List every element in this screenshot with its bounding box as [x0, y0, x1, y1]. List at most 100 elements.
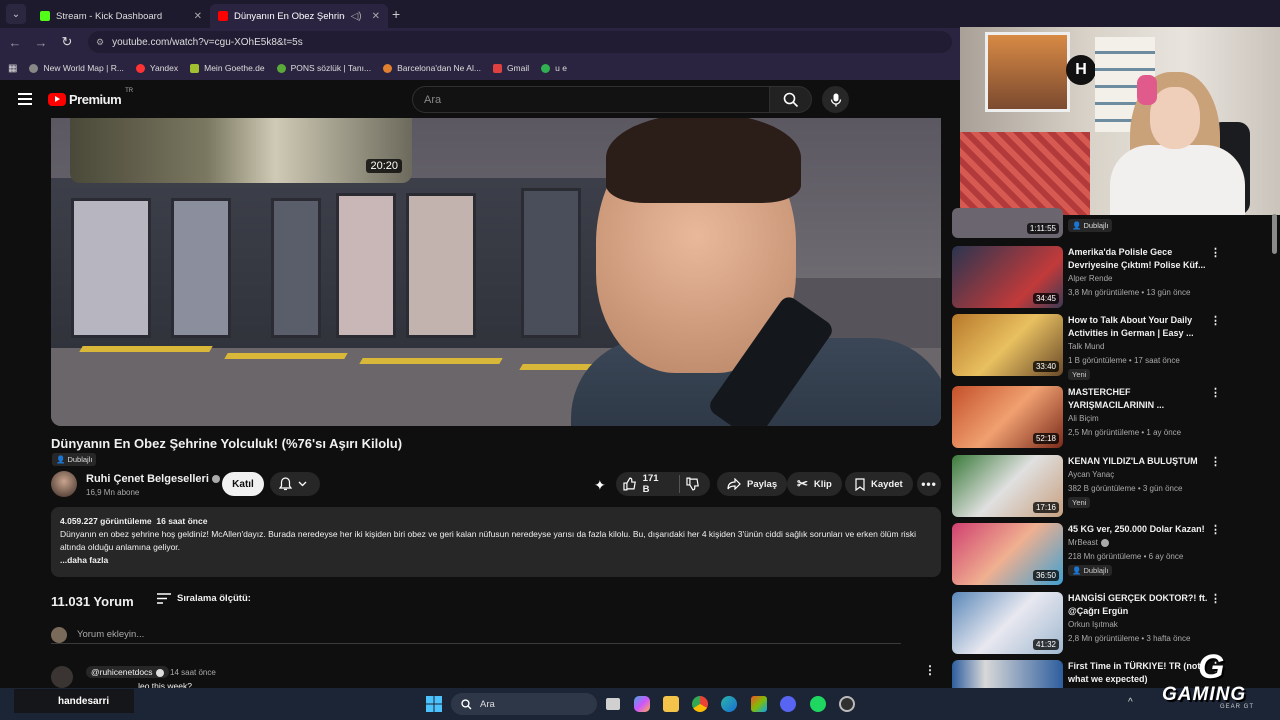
back-icon[interactable]: ← [2, 35, 28, 50]
close-icon[interactable]: ✕ [194, 11, 202, 22]
discord-icon[interactable] [780, 696, 796, 712]
video-menu-icon[interactable]: ⋮ [1210, 314, 1221, 327]
video-frame-stripe [224, 353, 348, 359]
store-icon[interactable] [751, 696, 767, 712]
video-frame-window [171, 198, 231, 338]
clip-button[interactable]: ✂ Klip [787, 472, 842, 496]
preview-thumbnail[interactable]: 20:20 [70, 118, 412, 183]
logo-region: TR [125, 87, 134, 94]
related-video-item[interactable]: 36:50 45 KG ver, 250.000 Dolar Kazan! Mr… [952, 523, 1272, 585]
related-video-title: KENAN YILDIZ'LA BULUŞTUM [1068, 456, 1198, 466]
sidebar-scrollbar[interactable] [1272, 214, 1277, 254]
related-video-meta: 382 B görüntüleme • 3 gün önce [1068, 484, 1183, 493]
apps-grid-icon[interactable]: ▦ [8, 63, 17, 74]
commenter-handle[interactable]: @ruhicenetdocs [86, 666, 169, 678]
dubbed-badge: 👤 Dublajlı [1068, 565, 1113, 576]
tab-kick-dashboard[interactable]: Stream - Kick Dashboard ✕ [32, 4, 210, 28]
menu-icon[interactable] [18, 93, 32, 105]
channel-avatar[interactable] [51, 471, 77, 497]
spotify-icon[interactable] [810, 696, 826, 712]
sort-icon [157, 593, 171, 604]
bookmark-item[interactable]: Yandex [135, 63, 178, 73]
bookmark-item[interactable]: PONS sözlük | Tanı... [276, 63, 371, 73]
related-video-item[interactable]: 41:32 HANGİSİ GERÇEK DOKTOR?! ft. @Çağrı… [952, 592, 1272, 654]
logo-text: Premium [69, 91, 122, 107]
join-button[interactable]: Katıl [222, 472, 264, 496]
file-explorer-icon[interactable] [663, 696, 679, 712]
taskbar-search[interactable]: Ara [451, 693, 597, 715]
windows-taskbar: Ara ^ [0, 688, 1280, 720]
copilot-icon[interactable] [634, 696, 650, 712]
notifications-button[interactable] [270, 472, 320, 496]
tab-search-button[interactable]: ⌄ [6, 4, 26, 24]
related-video-thumbnail: 36:50 [952, 523, 1063, 585]
video-frame-window [336, 193, 396, 338]
like-button[interactable]: 171 B [616, 472, 710, 496]
related-video-item[interactable]: 33:40 How to Talk About Your Daily Activ… [952, 314, 1272, 380]
chrome-icon[interactable] [692, 696, 708, 712]
thumbs-up-icon [623, 477, 636, 491]
share-label: Paylaş [747, 478, 778, 490]
system-tray-chevron-icon[interactable]: ^ [1128, 697, 1133, 708]
video-frame-window [71, 198, 151, 338]
comment-menu-icon[interactable]: ⋮ [924, 663, 936, 677]
search-button[interactable] [770, 86, 812, 113]
related-video-thumbnail: 1:11:55 [952, 208, 1063, 238]
bookmark-item[interactable]: New World Map | R... [29, 63, 124, 73]
related-video-duration: 34:45 [1032, 293, 1059, 304]
forward-icon[interactable]: → [28, 35, 54, 50]
obs-icon[interactable] [839, 696, 855, 712]
task-view-icon[interactable] [606, 698, 620, 710]
verified-icon [211, 475, 220, 484]
share-button[interactable]: Paylaş [717, 472, 788, 496]
chevron-down-icon [298, 481, 307, 487]
like-divider [679, 475, 681, 493]
url-field[interactable]: ⚙ youtube.com/watch?v=cgu-XOhE5k8&t=5s [88, 31, 952, 53]
sparkle-icon[interactable]: ✦ [594, 477, 606, 494]
reload-icon[interactable]: ↻ [54, 34, 80, 50]
speaker-icon[interactable]: ◁) [351, 11, 362, 22]
streamer-webcam: H [960, 27, 1280, 215]
verified-icon [1100, 538, 1109, 547]
more-horizontal-icon: ••• [921, 477, 937, 491]
show-more-link[interactable]: ...daha fazla [60, 554, 932, 567]
close-icon[interactable]: ✕ [372, 11, 380, 22]
edge-icon[interactable] [721, 696, 737, 712]
commenter-avatar[interactable] [51, 666, 73, 688]
youtube-logo[interactable]: Premium TR [48, 88, 133, 107]
sort-comments-button[interactable]: Sıralama ölçütü: [157, 593, 251, 604]
tab-youtube-video[interactable]: Dünyanın En Obez Şehrine ◁) ✕ [210, 4, 388, 28]
search-input[interactable]: Ara [412, 86, 770, 113]
add-comment-input[interactable]: Yorum ekleyin... [77, 629, 144, 640]
dubbed-icon: 👤 [56, 455, 68, 464]
webcam-streamer-face [1150, 87, 1200, 149]
more-actions-button[interactable]: ••• [917, 472, 941, 496]
windows-start-icon[interactable] [426, 696, 442, 712]
description-text: Dünyanın en obez şehrine hoş geldiniz! M… [60, 529, 917, 552]
video-menu-icon[interactable]: ⋮ [1210, 386, 1221, 399]
video-menu-icon[interactable]: ⋮ [1210, 246, 1221, 259]
save-button[interactable]: Kaydet [845, 472, 913, 496]
bookmark-item[interactable]: u e [541, 63, 567, 73]
voice-search-button[interactable] [822, 86, 849, 113]
site-info-icon[interactable]: ⚙ [96, 37, 104, 48]
video-menu-icon[interactable]: ⋮ [1210, 455, 1221, 468]
related-video-duration: 33:40 [1032, 361, 1059, 372]
channel-name[interactable]: Ruhi Çenet Belgeselleri [86, 473, 220, 485]
new-tab-button[interactable]: + [392, 6, 400, 22]
related-video-thumbnail: 41:32 [952, 592, 1063, 654]
related-video-duration: 36:50 [1032, 570, 1059, 581]
bookmark-item[interactable]: Gmail [492, 63, 529, 73]
related-video-item[interactable]: 34:45 Amerika'da Polisle Gece Devriyesin… [952, 246, 1272, 308]
related-video-item[interactable]: 52:18 MASTERCHEF YARIŞMACILARININ ... Al… [952, 386, 1272, 448]
dubbed-badge: 👤 Dublajlı [1068, 219, 1113, 232]
upload-age: 16 saat önce [156, 516, 208, 526]
bookmark-item[interactable]: Barcelona'dan Ne Al... [383, 63, 481, 73]
bookmark-item[interactable]: Mein Goethe.de [190, 63, 265, 73]
video-menu-icon[interactable]: ⋮ [1210, 523, 1221, 536]
related-video-item[interactable]: 17:16 KENAN YILDIZ'LA BULUŞTUM Aycan Yan… [952, 455, 1272, 517]
description-box[interactable]: 4.059.227 görüntüleme 16 saat önce Dünya… [51, 507, 941, 577]
thumbs-down-icon[interactable] [686, 477, 700, 491]
related-video-item[interactable]: 1:11:55 👤 Dublajlı [952, 188, 1272, 238]
video-menu-icon[interactable]: ⋮ [1210, 592, 1221, 605]
